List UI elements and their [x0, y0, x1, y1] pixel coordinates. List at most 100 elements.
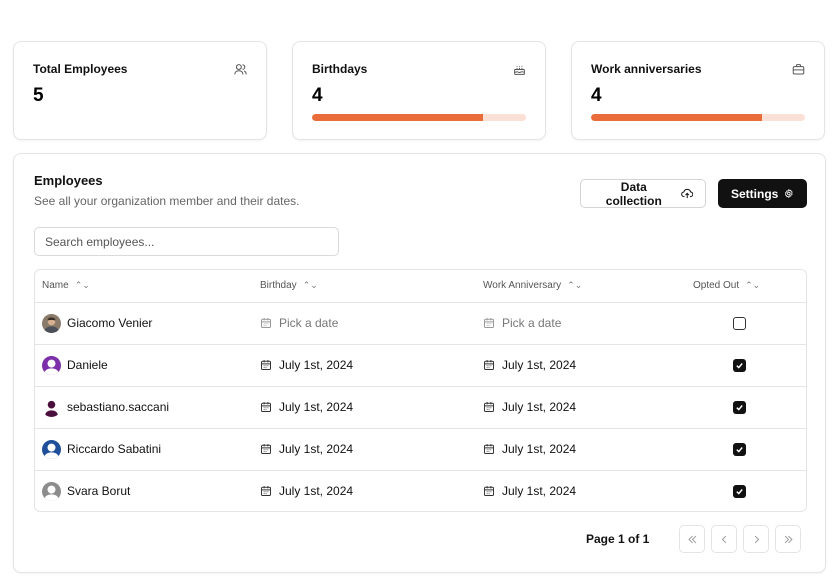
calendar-icon — [483, 359, 495, 371]
opted-out-checkbox[interactable] — [732, 442, 746, 456]
name-cell: Riccardo Sabatini — [35, 428, 253, 471]
stat-title: Total Employees — [33, 62, 128, 76]
sort-icon: ⌃⌄ — [745, 280, 761, 291]
avatar — [42, 397, 61, 417]
birthday-date-picker[interactable]: July 1st, 2024 — [260, 484, 476, 498]
employee-name: sebastiano.saccani — [67, 400, 170, 414]
anniversary-date-picker[interactable]: July 1st, 2024 — [483, 400, 686, 414]
birthday-date-picker[interactable]: July 1st, 2024 — [260, 358, 476, 372]
opted-out-cell — [686, 302, 806, 345]
search-input[interactable] — [34, 227, 339, 256]
chevron-left-icon — [721, 535, 726, 543]
first-page-button[interactable] — [679, 525, 705, 553]
anniversary-cell[interactable]: July 1st, 2024 — [476, 386, 686, 429]
birthday-date-picker[interactable]: July 1st, 2024 — [260, 442, 476, 456]
birthday-cell[interactable]: July 1st, 2024 — [253, 344, 476, 387]
settings-label: Settings — [731, 186, 779, 201]
table-row: Svara Borut July 1st, 2024 July 1st, 2024 — [35, 470, 806, 511]
table-row: sebastiano.saccani July 1st, 2024 July 1st… — [35, 386, 806, 429]
last-page-button[interactable] — [775, 525, 801, 553]
opted-out-checkbox[interactable] — [732, 316, 746, 330]
anniversary-date-picker[interactable]: July 1st, 2024 — [483, 358, 686, 372]
avatar — [42, 355, 61, 375]
birthday-date-picker[interactable]: Pick a date — [260, 316, 476, 330]
data-collection-label: Data collection — [605, 179, 662, 208]
calendar-icon — [483, 317, 495, 329]
anniversary-date-picker[interactable]: July 1st, 2024 — [483, 484, 686, 498]
anniversary-date-picker[interactable]: July 1st, 2024 — [483, 442, 686, 456]
anniversary-value: Pick a date — [502, 316, 562, 330]
stat-value: 4 — [312, 85, 323, 106]
column-header-work-anniversary[interactable]: Work Anniversary ⌃⌄ — [476, 270, 686, 303]
column-header-label: Work Anniversary — [483, 280, 562, 292]
anniversary-value: July 1st, 2024 — [502, 358, 577, 372]
employees-panel: Employees See all your organization memb… — [13, 153, 826, 573]
previous-page-button[interactable] — [711, 525, 737, 553]
chevrons-left-icon — [687, 535, 696, 543]
name-cell: sebastiano.saccani — [35, 386, 253, 429]
opted-out-cell — [686, 386, 806, 429]
anniversaries-progress-bar — [591, 114, 805, 121]
avatar — [42, 313, 61, 333]
column-header-birthday[interactable]: Birthday ⌃⌄ — [253, 270, 476, 303]
next-page-button[interactable] — [743, 525, 769, 553]
table-row: Giacomo Venier Pick a date Pick a date — [35, 302, 806, 345]
gear-icon — [785, 188, 793, 199]
anniversary-cell[interactable]: July 1st, 2024 — [476, 428, 686, 471]
birthdays-progress-fill — [312, 114, 484, 121]
anniversary-cell[interactable]: July 1st, 2024 — [476, 470, 686, 511]
employee-name: Svara Borut — [67, 484, 131, 499]
calendar-icon — [483, 485, 495, 497]
birthday-cell[interactable]: July 1st, 2024 — [253, 470, 476, 511]
table-header-row: Name ⌃⌄ Birthday ⌃⌄ Work Anniversary ⌃⌄ Opt… — [35, 270, 806, 303]
employee-name: Riccardo Sabatini — [67, 442, 162, 456]
column-header-label: Name — [42, 280, 69, 292]
column-header-opted-out[interactable]: Opted Out ⌃⌄ — [686, 270, 806, 303]
anniversary-value: July 1st, 2024 — [502, 442, 577, 456]
opted-out-checkbox[interactable] — [732, 400, 746, 414]
anniversary-cell[interactable]: Pick a date — [476, 302, 686, 345]
sort-icon: ⌃⌄ — [74, 280, 90, 291]
calendar-icon — [483, 443, 495, 455]
stat-title: Birthdays — [312, 62, 368, 76]
column-header-name[interactable]: Name ⌃⌄ — [35, 270, 253, 303]
opted-out-checkbox[interactable] — [732, 484, 746, 498]
column-header-label: Opted Out — [693, 280, 740, 292]
column-header-label: Birthday — [260, 280, 297, 292]
opted-out-cell — [686, 428, 806, 471]
calendar-icon — [260, 401, 272, 413]
birthday-cell[interactable]: July 1st, 2024 — [253, 428, 476, 471]
settings-button[interactable]: Settings — [718, 179, 807, 208]
birthday-cell[interactable]: Pick a date — [253, 302, 476, 345]
name-cell: Giacomo Venier — [35, 302, 253, 345]
sort-icon: ⌃⌄ — [567, 280, 583, 291]
birthday-cell[interactable]: July 1st, 2024 — [253, 386, 476, 429]
data-collection-button[interactable]: Data collection — [580, 179, 706, 208]
birthday-value: July 1st, 2024 — [279, 400, 354, 414]
calendar-icon — [260, 485, 272, 497]
name-cell: Daniele — [35, 344, 253, 387]
calendar-icon — [483, 401, 495, 413]
chevrons-right-icon — [784, 535, 793, 543]
anniversary-value: July 1st, 2024 — [502, 400, 577, 414]
birthday-value: July 1st, 2024 — [279, 484, 354, 499]
panel-title: Employees — [34, 173, 103, 188]
birthday-value: July 1st, 2024 — [279, 442, 354, 456]
stat-value: 4 — [591, 85, 602, 106]
anniversary-cell[interactable]: July 1st, 2024 — [476, 344, 686, 387]
briefcase-icon — [792, 63, 805, 76]
panel-description: See all your organization member and the… — [34, 194, 300, 208]
birthday-date-picker[interactable]: July 1st, 2024 — [260, 400, 476, 414]
table-row: Daniele July 1st, 2024 July 1st, 2024 — [35, 344, 806, 387]
employee-name: Giacomo Venier — [67, 316, 153, 330]
name-cell: Svara Borut — [35, 470, 253, 511]
anniversary-date-picker[interactable]: Pick a date — [483, 316, 686, 330]
stat-card-work-anniversaries: Work anniversaries 4 — [571, 41, 825, 140]
opted-out-cell — [686, 470, 806, 511]
employee-name: Daniele — [67, 358, 108, 372]
stat-title: Work anniversaries — [591, 62, 702, 76]
avatar — [42, 439, 61, 459]
stat-value: 5 — [33, 85, 44, 106]
anniversaries-progress-fill — [591, 114, 763, 121]
opted-out-checkbox[interactable] — [732, 358, 746, 372]
